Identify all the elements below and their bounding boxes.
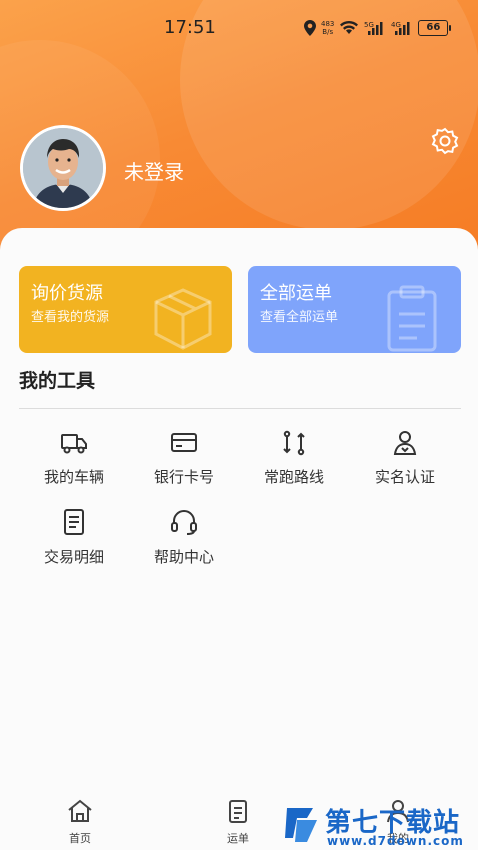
settings-gear-icon[interactable] xyxy=(430,126,460,156)
svg-text:4G: 4G xyxy=(391,21,401,29)
tab-home[interactable]: 首页 xyxy=(50,798,110,846)
tool-label: 交易明细 xyxy=(43,548,104,566)
tool-bank-card[interactable]: 银行卡号 xyxy=(129,430,239,500)
all-waybills-card[interactable]: 全部运单 查看全部运单 xyxy=(248,266,461,353)
tools-section-title: 我的工具 xyxy=(19,370,96,392)
net-speed-unit: B/s xyxy=(322,28,334,36)
watermark-url: www.d7down.com xyxy=(327,834,464,848)
user-verify-icon xyxy=(393,431,417,455)
status-time: 17:51 xyxy=(164,17,216,38)
tool-transaction-details[interactable]: 交易明细 xyxy=(19,508,129,578)
signal-5g-icon: 5G xyxy=(364,21,383,35)
status-bar: 17:51 483 B/s 5G 4G 66 xyxy=(0,0,478,56)
battery-indicator: 66 xyxy=(418,20,452,36)
wifi-icon xyxy=(340,20,359,34)
net-speed-value: 483 xyxy=(321,20,335,28)
route-icon xyxy=(283,430,305,456)
home-icon xyxy=(68,799,92,822)
divider xyxy=(19,408,461,409)
waybill-icon xyxy=(229,800,247,823)
tool-label: 帮助中心 xyxy=(153,548,214,566)
tool-label: 常跑路线 xyxy=(263,468,324,486)
card-title: 询价货源 xyxy=(31,283,103,304)
tool-my-vehicle[interactable]: 我的车辆 xyxy=(19,430,129,500)
card-title: 全部运单 xyxy=(260,283,332,304)
tab-label: 运单 xyxy=(227,832,249,845)
status-icons: 483 B/s 5G 4G 66 xyxy=(304,18,452,38)
tool-label: 我的车辆 xyxy=(43,468,104,486)
watermark-logo-icon xyxy=(285,808,317,842)
watermark: 第七下载站 www.d7down.com xyxy=(283,800,478,850)
bank-card-icon xyxy=(171,433,197,452)
clipboard-icon xyxy=(387,285,437,352)
location-icon xyxy=(304,20,316,36)
tool-label: 实名认证 xyxy=(374,468,435,486)
card-subtitle: 查看我的货源 xyxy=(31,310,110,325)
transaction-document-icon xyxy=(64,509,84,535)
inquiry-cargo-card[interactable]: 询价货源 查看我的货源 xyxy=(19,266,232,353)
headset-icon xyxy=(171,510,197,535)
tab-waybill[interactable]: 运单 xyxy=(208,798,268,846)
signal-4g-icon: 4G xyxy=(391,21,410,35)
tab-label: 首页 xyxy=(69,832,91,845)
avatar[interactable] xyxy=(20,125,106,211)
net-speed: 483 B/s xyxy=(321,20,334,36)
svg-text:5G: 5G xyxy=(364,21,374,29)
login-status-text[interactable]: 未登录 xyxy=(124,156,184,185)
card-subtitle: 查看全部运单 xyxy=(260,310,339,325)
tool-help-center[interactable]: 帮助中心 xyxy=(129,508,239,578)
truck-icon xyxy=(61,434,87,454)
tool-frequent-route[interactable]: 常跑路线 xyxy=(239,430,349,500)
tool-label: 银行卡号 xyxy=(153,468,214,486)
box-icon xyxy=(154,288,212,350)
person-avatar-icon xyxy=(23,128,103,208)
tool-real-name-verify[interactable]: 实名认证 xyxy=(350,430,460,500)
